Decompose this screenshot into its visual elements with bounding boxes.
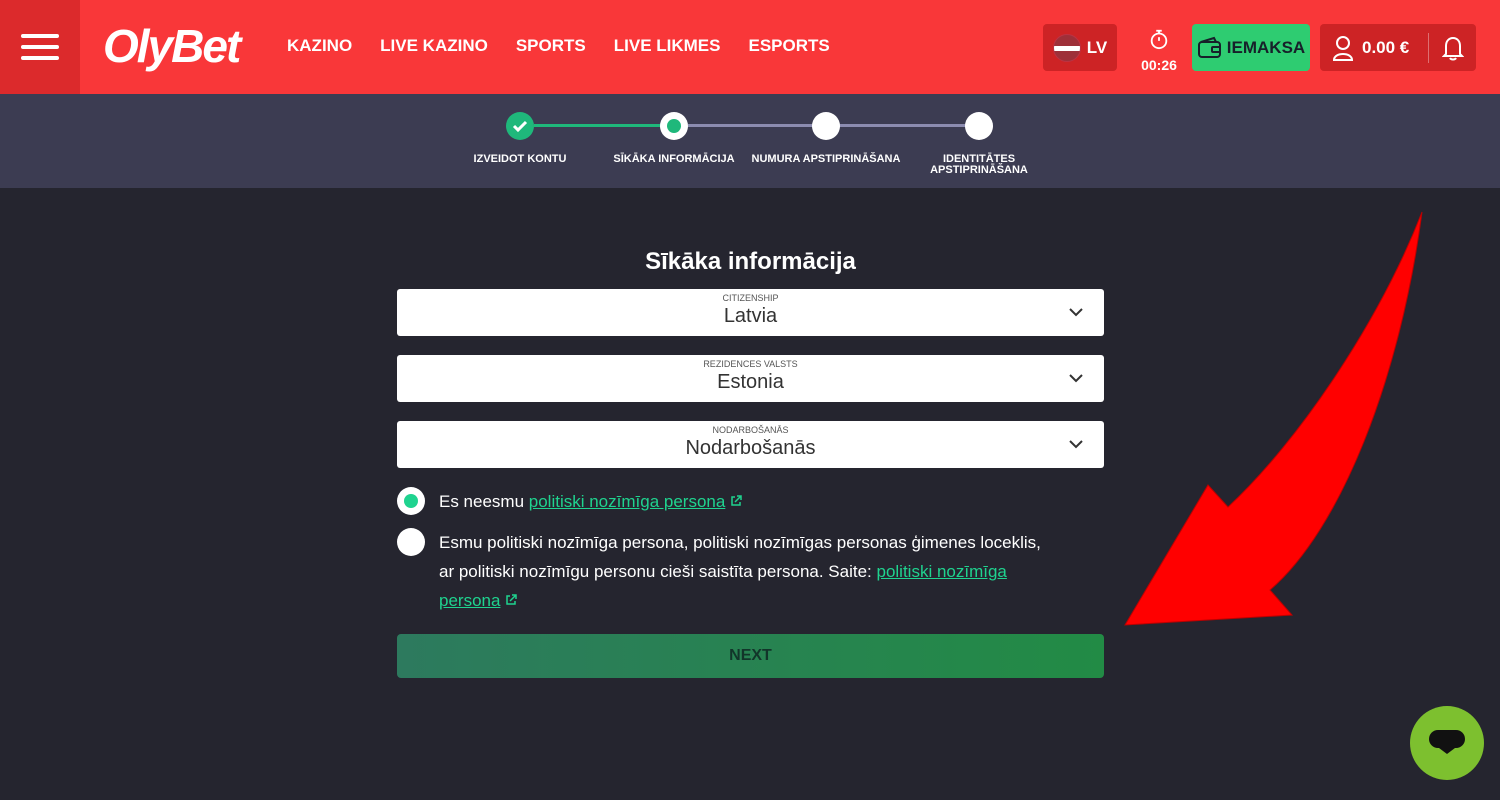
nav-sports[interactable]: SPORTS xyxy=(516,36,586,56)
menu-icon xyxy=(21,34,59,60)
stopwatch-icon xyxy=(1150,29,1168,50)
user-icon xyxy=(1332,35,1354,61)
external-link-icon xyxy=(731,495,742,506)
timer-value: 00:26 xyxy=(1141,57,1177,73)
citizenship-label: CITIZENSHIP xyxy=(722,293,779,303)
step-3-label: NUMURA APSTIPRINĀŠANA xyxy=(751,153,901,165)
step-2-label: SĪKĀKA INFORMĀCIJA xyxy=(613,153,735,165)
language-label: LV xyxy=(1086,37,1108,57)
pep-yes-line2: ar politiski nozīmīgu personu cieši sais… xyxy=(439,562,877,581)
pep-yes-option: Esmu politiski nozīmīga persona, politis… xyxy=(397,528,1041,615)
bell-icon xyxy=(1441,36,1464,60)
occupation-label: NODARBOŠANĀS xyxy=(712,425,789,435)
top-header: OlyBet KAZINO LIVE KAZINO SPORTS LIVE LI… xyxy=(0,0,1500,94)
arrow-annotation xyxy=(1124,211,1423,626)
step-2-dot xyxy=(660,112,688,140)
occupation-select[interactable]: NODARBOŠANĀS Nodarbošanās xyxy=(397,421,1104,468)
pep-no-option: Es neesmu politiski nozīmīga persona xyxy=(397,487,742,516)
step-4-label-line2: APSTIPRINĀŠANA xyxy=(930,164,1028,176)
form-title: Sīkāka informācija xyxy=(645,248,856,275)
residence-label: REZIDENCES VALSTS xyxy=(703,359,798,369)
nav-kazino[interactable]: KAZINO xyxy=(287,36,352,56)
nav-live-kazino[interactable]: LIVE KAZINO xyxy=(380,36,488,56)
wallet-icon xyxy=(1197,36,1221,58)
session-timer: 00:26 xyxy=(1136,28,1182,73)
pep-yes-radio[interactable] xyxy=(397,528,425,556)
notifications-button[interactable] xyxy=(1429,35,1476,61)
step-1-label: IZVEIDOT KONTU xyxy=(473,153,567,165)
chevron-down-icon xyxy=(1069,374,1083,383)
pep-yes-link-part1: politiski nozīmīga xyxy=(876,562,1007,581)
chevron-down-icon xyxy=(1069,308,1083,317)
pep-yes-link-part2: persona xyxy=(439,591,501,610)
pep-yes-line1: Esmu politiski nozīmīga persona, politis… xyxy=(439,533,1041,552)
citizenship-value: Latvia xyxy=(723,305,778,327)
deposit-label: IEMAKSA xyxy=(1226,37,1306,57)
pep-link[interactable]: politiski nozīmīga persona xyxy=(529,492,726,511)
external-link-icon xyxy=(506,594,517,605)
pep-no-prefix: Es neesmu xyxy=(439,492,529,511)
nav-esports[interactable]: ESPORTS xyxy=(748,36,829,56)
registration-steps: IZVEIDOT KONTU SĪKĀKA INFORMĀCIJA NUMURA… xyxy=(0,94,1500,188)
step-1-dot xyxy=(506,112,534,140)
menu-button[interactable] xyxy=(0,0,80,94)
step-line-done xyxy=(534,124,674,127)
deposit-button[interactable]: IEMAKSA xyxy=(1192,24,1310,71)
chat-button[interactable] xyxy=(1410,706,1484,780)
nav-live-likmes[interactable]: LIVE LIKMES xyxy=(614,36,721,56)
main-nav: KAZINO LIVE KAZINO SPORTS LIVE LIKMES ES… xyxy=(287,36,858,56)
language-button[interactable]: LV xyxy=(1043,24,1117,71)
occupation-value: Nodarbošanās xyxy=(685,437,816,459)
step-4-dot xyxy=(965,112,993,140)
pep-yes-text: Esmu politiski nozīmīga persona, politis… xyxy=(439,528,1041,615)
step-4-label: IDENTITĀTES APSTIPRINĀŠANA xyxy=(899,154,1059,176)
chevron-down-icon xyxy=(1069,440,1083,449)
logo[interactable]: OlyBet xyxy=(103,20,241,72)
pep-no-text: Es neesmu politiski nozīmīga persona xyxy=(439,487,742,516)
step-3-dot xyxy=(812,112,840,140)
latvia-flag-icon xyxy=(1052,33,1081,62)
pep-no-radio[interactable] xyxy=(397,487,425,515)
citizenship-select[interactable]: CITIZENSHIP Latvia xyxy=(397,289,1104,336)
account-box: 0.00 € xyxy=(1320,24,1476,71)
account-button[interactable]: 0.00 € xyxy=(1320,35,1428,61)
residence-value: Estonia xyxy=(717,371,784,393)
check-icon xyxy=(512,120,528,133)
chat-icon xyxy=(1429,730,1465,754)
next-button[interactable]: NEXT xyxy=(397,634,1104,678)
residence-select[interactable]: REZIDENCES VALSTS Estonia xyxy=(397,355,1104,402)
balance-amount: 0.00 € xyxy=(1362,37,1410,57)
